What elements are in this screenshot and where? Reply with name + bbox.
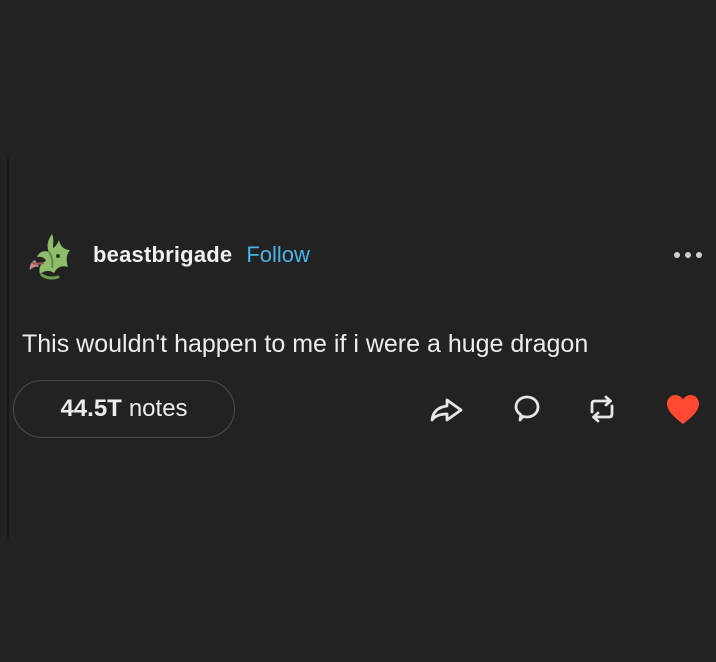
avatar[interactable] [22, 226, 78, 284]
share-icon [430, 398, 463, 422]
dot [674, 252, 680, 258]
reply-button[interactable] [507, 389, 547, 429]
dot [685, 252, 691, 258]
username[interactable]: beastbrigade [93, 242, 232, 268]
dot [696, 252, 702, 258]
dragon-avatar-icon [29, 234, 70, 280]
share-button[interactable] [427, 389, 467, 429]
post-actions [0, 389, 716, 431]
post-body-text: This wouldn't happen to me if i were a h… [22, 330, 589, 358]
reblog-icon [590, 395, 614, 423]
post-header: beastbrigade Follow [22, 224, 712, 286]
left-divider [7, 158, 9, 538]
more-options-icon[interactable] [674, 252, 702, 258]
reply-icon [514, 395, 540, 422]
follow-button[interactable]: Follow [246, 242, 310, 268]
like-button[interactable] [663, 389, 703, 429]
reblog-button[interactable] [582, 389, 622, 429]
heart-icon [667, 395, 699, 424]
